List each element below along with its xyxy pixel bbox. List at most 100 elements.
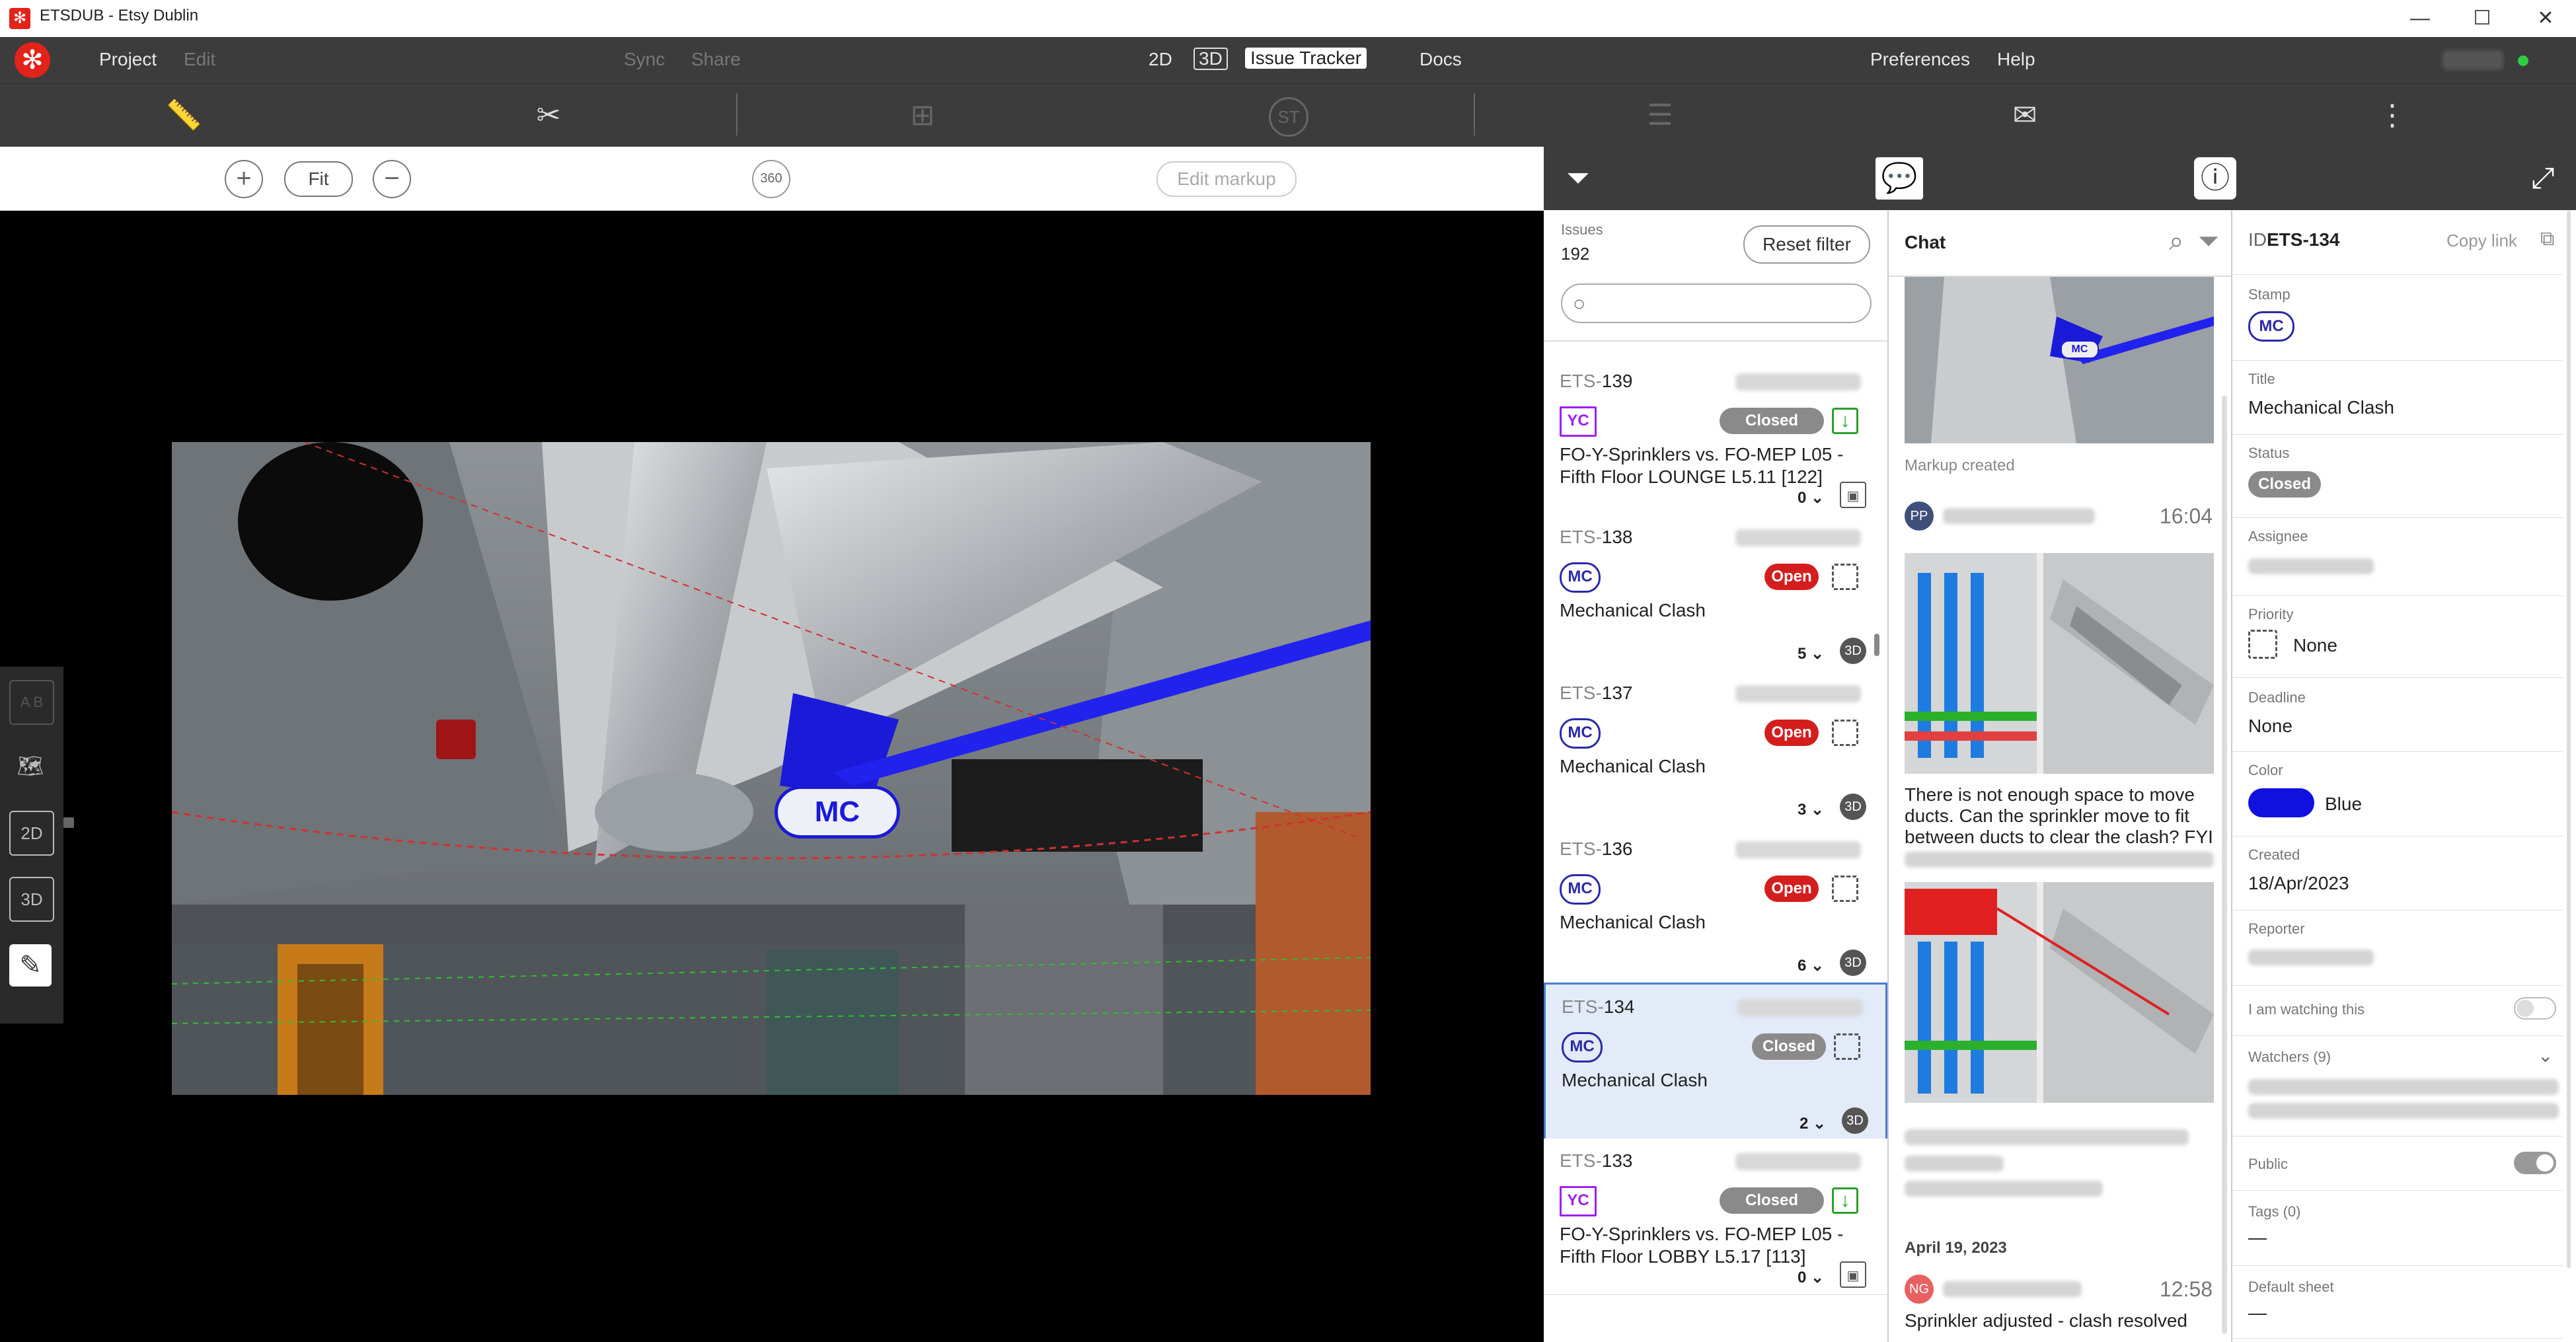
close-button[interactable]: ✕ bbox=[2515, 0, 2576, 37]
3d-scene-image[interactable]: MC bbox=[172, 442, 1371, 1095]
copy-link-button[interactable]: Copy link bbox=[2446, 231, 2517, 251]
download-icon[interactable]: ↓ bbox=[1832, 1187, 1858, 1214]
attachment-image[interactable] bbox=[1905, 553, 2214, 774]
deadline-value[interactable]: None bbox=[2248, 716, 2292, 737]
3d-viewport[interactable]: MC A B 🗺 2D 3D ✎ bbox=[0, 211, 1544, 1342]
watchers-list bbox=[2248, 1079, 2559, 1095]
comment-count[interactable]: 2 ⌄ bbox=[1799, 1114, 1826, 1133]
issues-scrollbar[interactable] bbox=[1874, 634, 1879, 656]
menu-project[interactable]: Project bbox=[99, 49, 157, 70]
menu-2d[interactable]: 2D bbox=[1149, 49, 1172, 70]
comment-count[interactable]: 6 ⌄ bbox=[1798, 956, 1824, 975]
view-3d-icon[interactable]: 3D bbox=[9, 877, 54, 922]
chat-icon[interactable]: 💬 bbox=[1875, 157, 1923, 200]
menu-help[interactable]: Help bbox=[1997, 49, 2035, 70]
menu-edit[interactable]: Edit bbox=[184, 49, 215, 70]
more-menu-icon[interactable]: ⋮ bbox=[2372, 96, 2412, 135]
issue-id: ETS-136 bbox=[1560, 839, 1633, 859]
menu-issue-tracker[interactable]: Issue Tracker bbox=[1245, 48, 1367, 69]
created-value: 18/Apr/2023 bbox=[2248, 873, 2349, 893]
download-icon[interactable]: ↓ bbox=[1832, 408, 1858, 434]
stamp-tool-icon[interactable]: ST bbox=[1269, 97, 1308, 137]
assignee-value[interactable] bbox=[2248, 558, 2374, 574]
chevron-down-icon[interactable]: ⌄ bbox=[2538, 1045, 2553, 1066]
comment-count[interactable]: 5 ⌄ bbox=[1798, 644, 1824, 663]
comment-count[interactable]: 3 ⌄ bbox=[1798, 800, 1824, 819]
edit-markup-button[interactable]: Edit markup bbox=[1156, 161, 1297, 197]
title-value[interactable]: Mechanical Clash bbox=[2248, 397, 2394, 418]
minimize-button[interactable]: — bbox=[2390, 0, 2450, 37]
zoom-in-button[interactable]: + bbox=[225, 160, 263, 198]
public-toggle[interactable] bbox=[2514, 1152, 2556, 1174]
chat-message: Sprinkler adjusted - clash resolved bbox=[1905, 1310, 2187, 1331]
created-label: Created bbox=[2248, 846, 2300, 863]
watching-toggle[interactable] bbox=[2514, 997, 2556, 1020]
color-value[interactable]: Blue bbox=[2325, 794, 2362, 815]
copy-icon[interactable]: ⧉ bbox=[2540, 228, 2554, 250]
chat-search-icon[interactable]: ⌕ bbox=[2169, 227, 2183, 256]
filter-icon[interactable]: ⏷ bbox=[1554, 157, 1602, 200]
menu-docs[interactable]: Docs bbox=[1420, 49, 1462, 70]
issue-card-selected[interactable]: ETS-134 MC Closed Mechanical Clash 2 ⌄ 3… bbox=[1544, 983, 1887, 1142]
reset-filter-button[interactable]: Reset filter bbox=[1743, 225, 1870, 264]
issue-assignee bbox=[1735, 529, 1861, 546]
scissors-icon[interactable]: ✂ bbox=[529, 96, 568, 135]
priority-icon[interactable] bbox=[2248, 630, 2277, 659]
color-swatch[interactable] bbox=[2248, 788, 2314, 817]
menu-preferences[interactable]: Preferences bbox=[1870, 49, 1970, 70]
issue-search-input[interactable]: ○ bbox=[1561, 283, 1872, 323]
issue-title: FO-Y-Sprinklers vs. FO-MEP L05 - Fifth F… bbox=[1560, 1224, 1844, 1267]
issue-card[interactable]: ETS-138 MC Open Mechanical Clash 5 ⌄ 3D bbox=[1544, 515, 1887, 671]
stamp-value[interactable]: MC bbox=[2248, 311, 2294, 342]
status-badge: Open bbox=[1764, 720, 1819, 746]
status-badge: Closed bbox=[1720, 1187, 1824, 1214]
comment-count[interactable]: 0 ⌄ bbox=[1798, 1268, 1824, 1287]
expand-icon[interactable]: ⤢ bbox=[2519, 157, 2567, 200]
attachment-image[interactable] bbox=[1905, 882, 2214, 1103]
watchers-label[interactable]: Watchers (9) bbox=[2248, 1049, 2331, 1066]
details-scrollbar[interactable] bbox=[2567, 211, 2571, 1268]
3d-type-icon: 3D bbox=[1840, 950, 1866, 976]
chat-scrollbar[interactable] bbox=[2222, 396, 2227, 1334]
comment-count[interactable]: 0 ⌄ bbox=[1798, 488, 1824, 507]
issue-card[interactable]: ETS-133 YC Closed ↓ FO-Y-Sprinklers vs. … bbox=[1544, 1138, 1887, 1295]
scene-stamp-label[interactable]: MC bbox=[775, 786, 900, 839]
tags-label: Tags (0) bbox=[2248, 1203, 2301, 1220]
logo-icon[interactable]: ✻ bbox=[15, 42, 50, 78]
map-pin-icon[interactable]: 🗺 bbox=[9, 745, 52, 787]
priority-value[interactable]: None bbox=[2293, 635, 2337, 656]
stamp-label: Stamp bbox=[2248, 286, 2291, 303]
ab-compare-icon[interactable]: A B bbox=[9, 680, 54, 725]
checklist-icon[interactable]: ☰ bbox=[1640, 96, 1680, 135]
issue-detail-id: IDETS-134 bbox=[2248, 229, 2340, 250]
fit-button[interactable]: Fit bbox=[284, 161, 353, 197]
zoom-out-button[interactable]: − bbox=[373, 160, 411, 198]
menu-sync[interactable]: Sync bbox=[624, 49, 665, 70]
status-value[interactable]: Closed bbox=[2248, 471, 2321, 498]
maximize-button[interactable]: ☐ bbox=[2452, 0, 2513, 37]
menu-3d[interactable]: 3D bbox=[1193, 48, 1228, 70]
tags-value[interactable]: — bbox=[2248, 1227, 2267, 1248]
default-sheet-value[interactable]: — bbox=[2248, 1302, 2267, 1323]
issue-mail-icon[interactable]: ✉ bbox=[2005, 96, 2045, 135]
issue-card[interactable]: ETS-139 YC Closed ↓ FO-Y-Sprinklers vs. … bbox=[1544, 359, 1887, 515]
markup-thumbnail[interactable]: MC bbox=[1905, 277, 2214, 443]
chat-filter-icon[interactable]: ⏷ bbox=[2198, 227, 2219, 256]
issue-card[interactable]: ETS-136 MC Open Mechanical Clash 6 ⌄ 3D bbox=[1544, 827, 1887, 983]
status-badge: Open bbox=[1764, 564, 1819, 590]
chat-title: Chat bbox=[1905, 232, 1946, 252]
markup-pen-icon[interactable]: ✎ bbox=[9, 944, 52, 987]
info-icon[interactable]: ⓘ bbox=[2194, 157, 2236, 200]
ruler-icon[interactable]: 📏 bbox=[164, 96, 204, 135]
view-2d-icon[interactable]: 2D bbox=[9, 811, 54, 856]
issue-assignee bbox=[1737, 999, 1863, 1016]
priority-icon bbox=[1832, 876, 1858, 902]
title-label: Title bbox=[2248, 371, 2275, 387]
default-sheet-label: Default sheet bbox=[2248, 1279, 2334, 1295]
side-toolbar-handle[interactable] bbox=[63, 817, 74, 828]
issue-card[interactable]: ETS-137 MC Open Mechanical Clash 3 ⌄ 3D bbox=[1544, 671, 1887, 827]
view-360-icon[interactable]: 360 bbox=[752, 160, 790, 198]
user-name[interactable] bbox=[2443, 50, 2503, 70]
add-comment-icon[interactable]: ⊞ bbox=[903, 96, 942, 135]
menu-share[interactable]: Share bbox=[691, 49, 741, 70]
